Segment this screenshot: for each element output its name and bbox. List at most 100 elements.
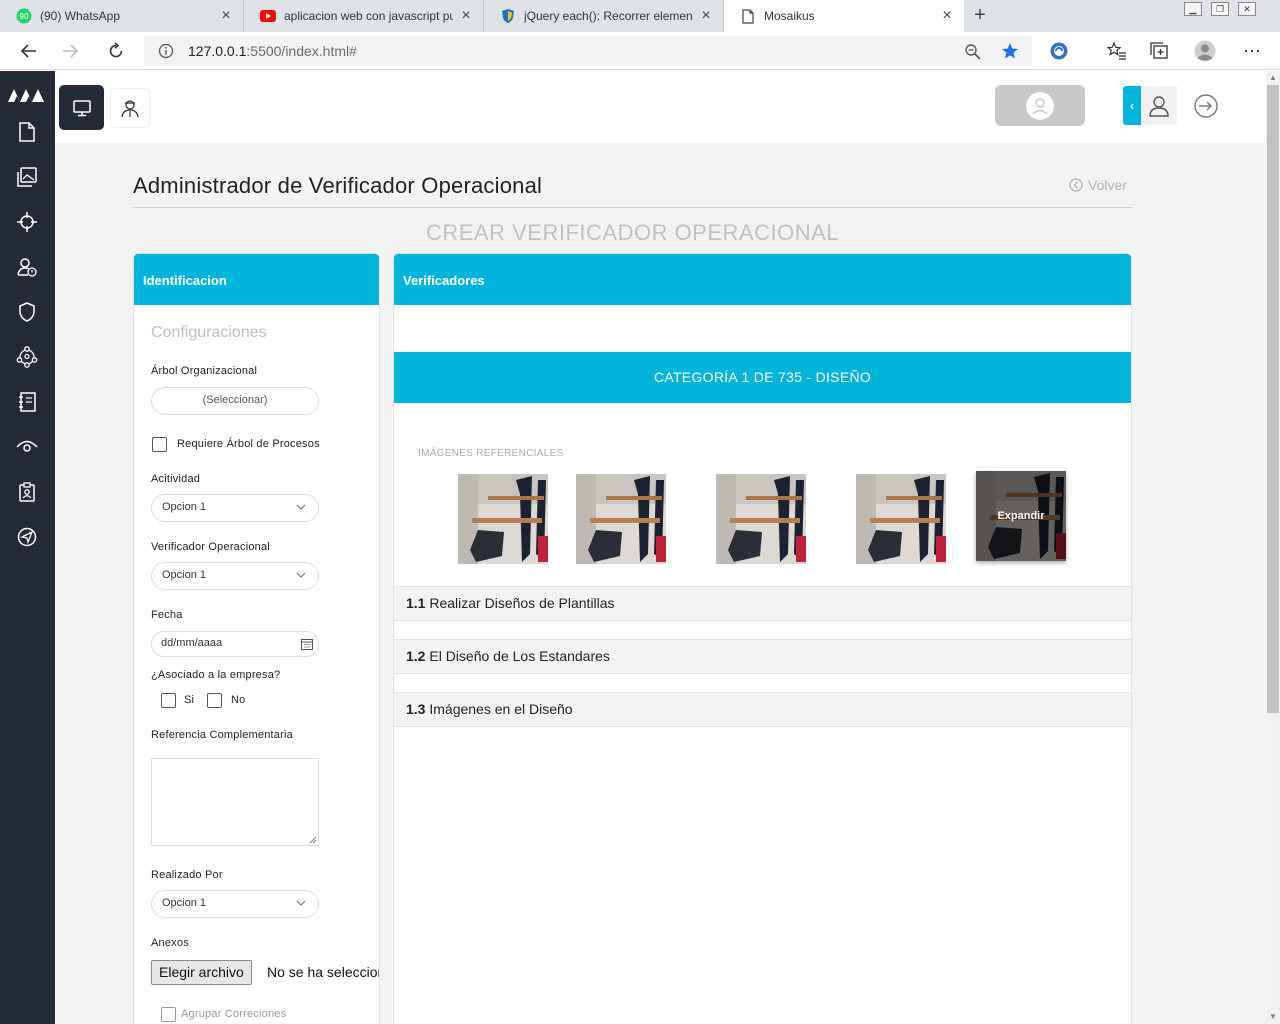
expand-label: Expandir: [997, 510, 1045, 522]
reference-image[interactable]: [458, 474, 548, 564]
chevron-down-icon: [296, 504, 306, 510]
org-tree-select-button[interactable]: (Seleccionar): [151, 387, 319, 415]
item-number: 1.2: [406, 648, 426, 664]
date-placeholder: dd/mm/aaaa: [161, 637, 223, 649]
verifier-value: Opcion 1: [162, 569, 207, 581]
extension-icon[interactable]: [1046, 38, 1072, 64]
date-input[interactable]: dd/mm/aaaa: [151, 631, 319, 657]
group-corrections-label: Agrupar Correciones: [181, 1008, 287, 1020]
done-by-value: Opcion 1: [162, 897, 207, 909]
profile-avatar-icon[interactable]: [1192, 38, 1218, 64]
gallery-icon[interactable]: [14, 164, 40, 190]
tab-youtube[interactable]: aplicacion web con javascript pur ×: [244, 0, 484, 32]
youtube-icon: [260, 8, 276, 24]
page-scrollbar[interactable]: ▲ ▼: [1266, 71, 1280, 1024]
verifier-item-1-1[interactable]: 1.1 Realizar Diseños de Plantillas: [394, 586, 1131, 621]
restore-icon[interactable]: ❐: [1211, 2, 1229, 16]
process-tree-checkbox[interactable]: [152, 437, 167, 452]
tab-mosaikus[interactable]: Mosaikus ×: [724, 0, 964, 32]
no-label: No: [231, 694, 246, 706]
verifier-select[interactable]: Opcion 1: [151, 562, 319, 590]
scrollbar-thumb[interactable]: [1267, 85, 1279, 713]
reference-image[interactable]: [716, 474, 806, 564]
document-icon[interactable]: [14, 119, 40, 145]
calendar-icon[interactable]: [301, 638, 313, 650]
item-text: El Diseño de Los Estandares: [429, 648, 610, 664]
verifier-item-1-3[interactable]: 1.3 Imágenes en el Diseño: [394, 692, 1131, 727]
choose-file-button[interactable]: Elegir archivo: [151, 960, 252, 985]
activity-select[interactable]: Opcion 1: [151, 494, 319, 522]
identification-header: Identificacion: [134, 254, 379, 305]
reference-image[interactable]: [856, 474, 946, 564]
group-corrections-checkbox[interactable]: [161, 1007, 176, 1022]
eye-icon[interactable]: [14, 434, 40, 460]
date-label: Fecha: [151, 609, 183, 621]
close-tab-icon[interactable]: ×: [219, 7, 233, 25]
scroll-down-icon[interactable]: ▼: [1266, 1010, 1280, 1024]
team-network-icon[interactable]: [14, 344, 40, 370]
resize-handle-icon[interactable]: [309, 836, 317, 844]
back-arrow-icon[interactable]: [15, 38, 41, 64]
url-host: 127.0.0.1: [188, 43, 247, 59]
category-bar: CATEGORÍA 1 DE 735 - DISEÑO: [394, 352, 1131, 403]
org-tree-label: Árbol Organizacional: [151, 365, 258, 377]
refresh-icon[interactable]: [103, 38, 129, 64]
done-by-select[interactable]: Opcion 1: [151, 890, 319, 918]
back-circle-icon: [1069, 178, 1083, 192]
reference-image[interactable]: [576, 474, 666, 564]
done-by-label: Realizado Por: [151, 869, 223, 881]
associated-label: ¿Asociado a la empresa?: [151, 669, 281, 681]
activity-value: Opcion 1: [162, 501, 207, 513]
desk-photo-icon: [458, 474, 548, 564]
monitor-icon[interactable]: [59, 85, 104, 130]
user-icon[interactable]: [1141, 86, 1177, 125]
worker-icon[interactable]: [110, 88, 150, 128]
tab-jquery[interactable]: jQuery each(): Recorrer elemento ×: [484, 0, 724, 32]
info-icon[interactable]: [158, 43, 174, 64]
address-bar[interactable]: 127.0.0.1:5500/index.html#: [144, 36, 1032, 66]
close-window-icon[interactable]: ✕: [1238, 2, 1256, 16]
back-link[interactable]: Volver: [1069, 177, 1127, 193]
notebook-icon[interactable]: [14, 389, 40, 415]
close-tab-icon[interactable]: ×: [699, 7, 713, 25]
collapse-panel-button[interactable]: ‹: [1123, 86, 1141, 125]
url-text: 127.0.0.1:5500/index.html#: [188, 43, 357, 59]
yes-checkbox[interactable]: [161, 693, 176, 708]
verifier-item-1-2[interactable]: 1.2 El Diseño de Los Estandares: [394, 639, 1131, 674]
app-header: ‹: [55, 71, 1266, 143]
collections-icon[interactable]: [1147, 38, 1173, 64]
more-options-icon[interactable]: ⋯: [1239, 38, 1265, 64]
verifiers-panel: Verificadores CATEGORÍA 1 DE 735 - DISEÑ…: [393, 253, 1132, 1024]
tab-title: (90) WhatsApp: [40, 9, 121, 23]
company-logo-placeholder[interactable]: [995, 85, 1085, 126]
no-checkbox[interactable]: [207, 693, 222, 708]
mosaikus-logo: [7, 86, 45, 109]
forward-arrow-icon[interactable]: [58, 38, 84, 64]
shield-icon[interactable]: [14, 299, 40, 325]
app-sidebar: [0, 71, 55, 1024]
zoom-icon[interactable]: [964, 43, 982, 66]
reference-textarea[interactable]: [151, 758, 319, 846]
tab-whatsapp[interactable]: 90 (90) WhatsApp ×: [0, 0, 244, 32]
crosshair-icon[interactable]: [14, 209, 40, 235]
chevron-down-icon: [296, 572, 306, 578]
page-subtitle: CREAR VERIFICADOR OPERACIONAL: [425, 220, 839, 245]
favorites-list-icon[interactable]: [1104, 38, 1130, 64]
minimize-icon[interactable]: ▁: [1184, 2, 1202, 16]
send-icon[interactable]: [14, 524, 40, 550]
scroll-up-icon[interactable]: ▲: [1266, 71, 1280, 85]
id-badge-icon[interactable]: [14, 479, 40, 505]
favorite-star-icon[interactable]: [1001, 42, 1019, 65]
user-alert-icon[interactable]: [14, 254, 40, 280]
file-status: No se ha seleccion: [267, 964, 380, 980]
desk-photo-icon: [716, 474, 806, 564]
close-tab-icon[interactable]: ×: [940, 7, 954, 25]
main-content: Administrador de Verificador Operacional…: [55, 143, 1266, 1024]
item-number: 1.1: [406, 595, 426, 611]
browser-tab-bar: 90 (90) WhatsApp × aplicacion web con ja…: [0, 0, 1280, 32]
images-label: IMÁGENES REFERENCIALES: [418, 448, 564, 459]
logout-icon[interactable]: [1191, 91, 1221, 121]
new-tab-icon[interactable]: +: [968, 4, 992, 28]
expand-images-button[interactable]: Expandir: [976, 471, 1066, 561]
close-tab-icon[interactable]: ×: [459, 7, 473, 25]
